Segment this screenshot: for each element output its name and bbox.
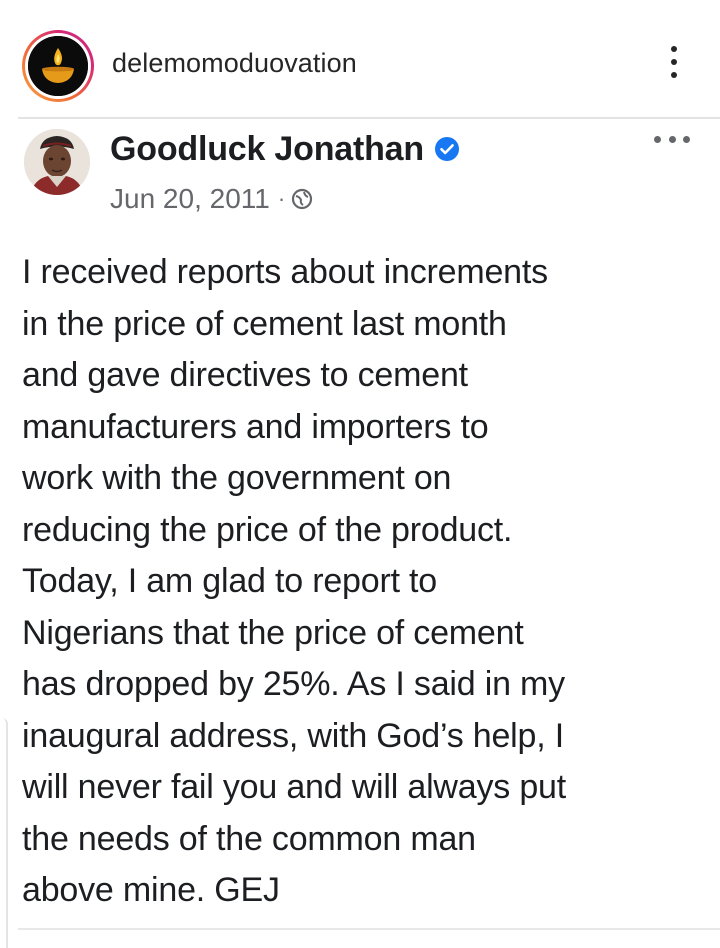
post-date[interactable]: Jun 20, 2011 — [110, 183, 270, 215]
globe-icon[interactable] — [291, 188, 313, 210]
verified-badge-icon — [434, 137, 459, 161]
author-avatar[interactable] — [24, 129, 90, 195]
dot — [668, 135, 676, 143]
post-text-line: inaugural address, with God’s help, I — [22, 716, 564, 755]
post-text-line: I received reports about increments — [22, 253, 548, 291]
bottom-divider — [18, 928, 720, 930]
post-text-line: the needs of the common man — [22, 819, 476, 858]
vertical-ellipsis-icon[interactable] — [656, 46, 692, 86]
author-name[interactable]: Goodluck Jonathan — [110, 130, 424, 169]
dot — [671, 46, 677, 52]
post-text-line: above mine. GEJ — [22, 871, 280, 909]
post-body: I received reports about increments in t… — [22, 247, 712, 917]
post-meta: Jun 20, 2011 · — [110, 181, 313, 217]
author-name-row: Goodluck Jonathan — [110, 129, 460, 169]
instagram-post-header: delemomoduovation — [0, 0, 720, 118]
dot — [683, 135, 690, 143]
post-text-line: will never fail you and will always put — [22, 768, 567, 806]
carousel-edge — [0, 718, 8, 948]
post-text-line: manufacturers and importers to — [22, 407, 489, 446]
post-text-line: Today, I am glad to report to — [22, 562, 438, 600]
post-text-line: work with the government on — [22, 459, 452, 497]
dot — [671, 72, 677, 78]
post-text-line: has dropped by 25%. As I said in my — [22, 665, 565, 703]
horizontal-ellipsis-icon[interactable] — [654, 131, 690, 147]
post-text-line: in the price of cement last month — [22, 304, 507, 343]
dot — [654, 135, 661, 143]
post-text-line: and gave directives to cement — [22, 356, 468, 394]
post-text-line: Nigerians that the price of cement — [22, 613, 524, 652]
oil-lamp-icon — [28, 36, 88, 96]
meta-separator: · — [277, 186, 286, 211]
facebook-post: Goodluck Jonathan Jun 20, 2011 · I recei… — [18, 119, 720, 928]
story-avatar[interactable] — [22, 30, 94, 102]
dot — [671, 59, 677, 65]
post-text-line: reducing the price of the product. — [22, 510, 513, 549]
instagram-username[interactable]: delemomoduovation — [112, 48, 357, 79]
